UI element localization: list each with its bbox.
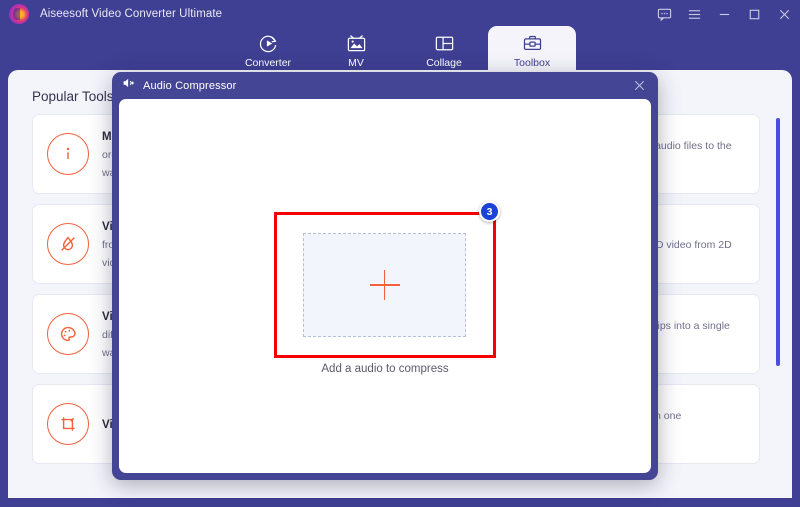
plus-icon — [369, 270, 400, 300]
dialog-header: Audio Compressor — [112, 72, 658, 99]
annotation-step-badge: 3 — [479, 201, 500, 222]
close-icon[interactable] — [632, 78, 647, 93]
dropzone-label: Add a audio to compress — [321, 363, 449, 375]
dropzone-annotated-region: Add a audio to compress 3 — [274, 201, 500, 387]
app-window: Aiseesoft Video Converter Ultimate Conve… — [0, 0, 800, 507]
audio-compressor-dialog: Audio Compressor Add a audio to compress — [112, 72, 658, 480]
audio-dropzone[interactable] — [303, 233, 466, 337]
audio-compressor-icon — [122, 76, 136, 95]
modal-overlay: Audio Compressor Add a audio to compress — [0, 0, 800, 507]
dialog-title: Audio Compressor — [143, 79, 237, 92]
dialog-body: Add a audio to compress 3 — [119, 99, 651, 473]
